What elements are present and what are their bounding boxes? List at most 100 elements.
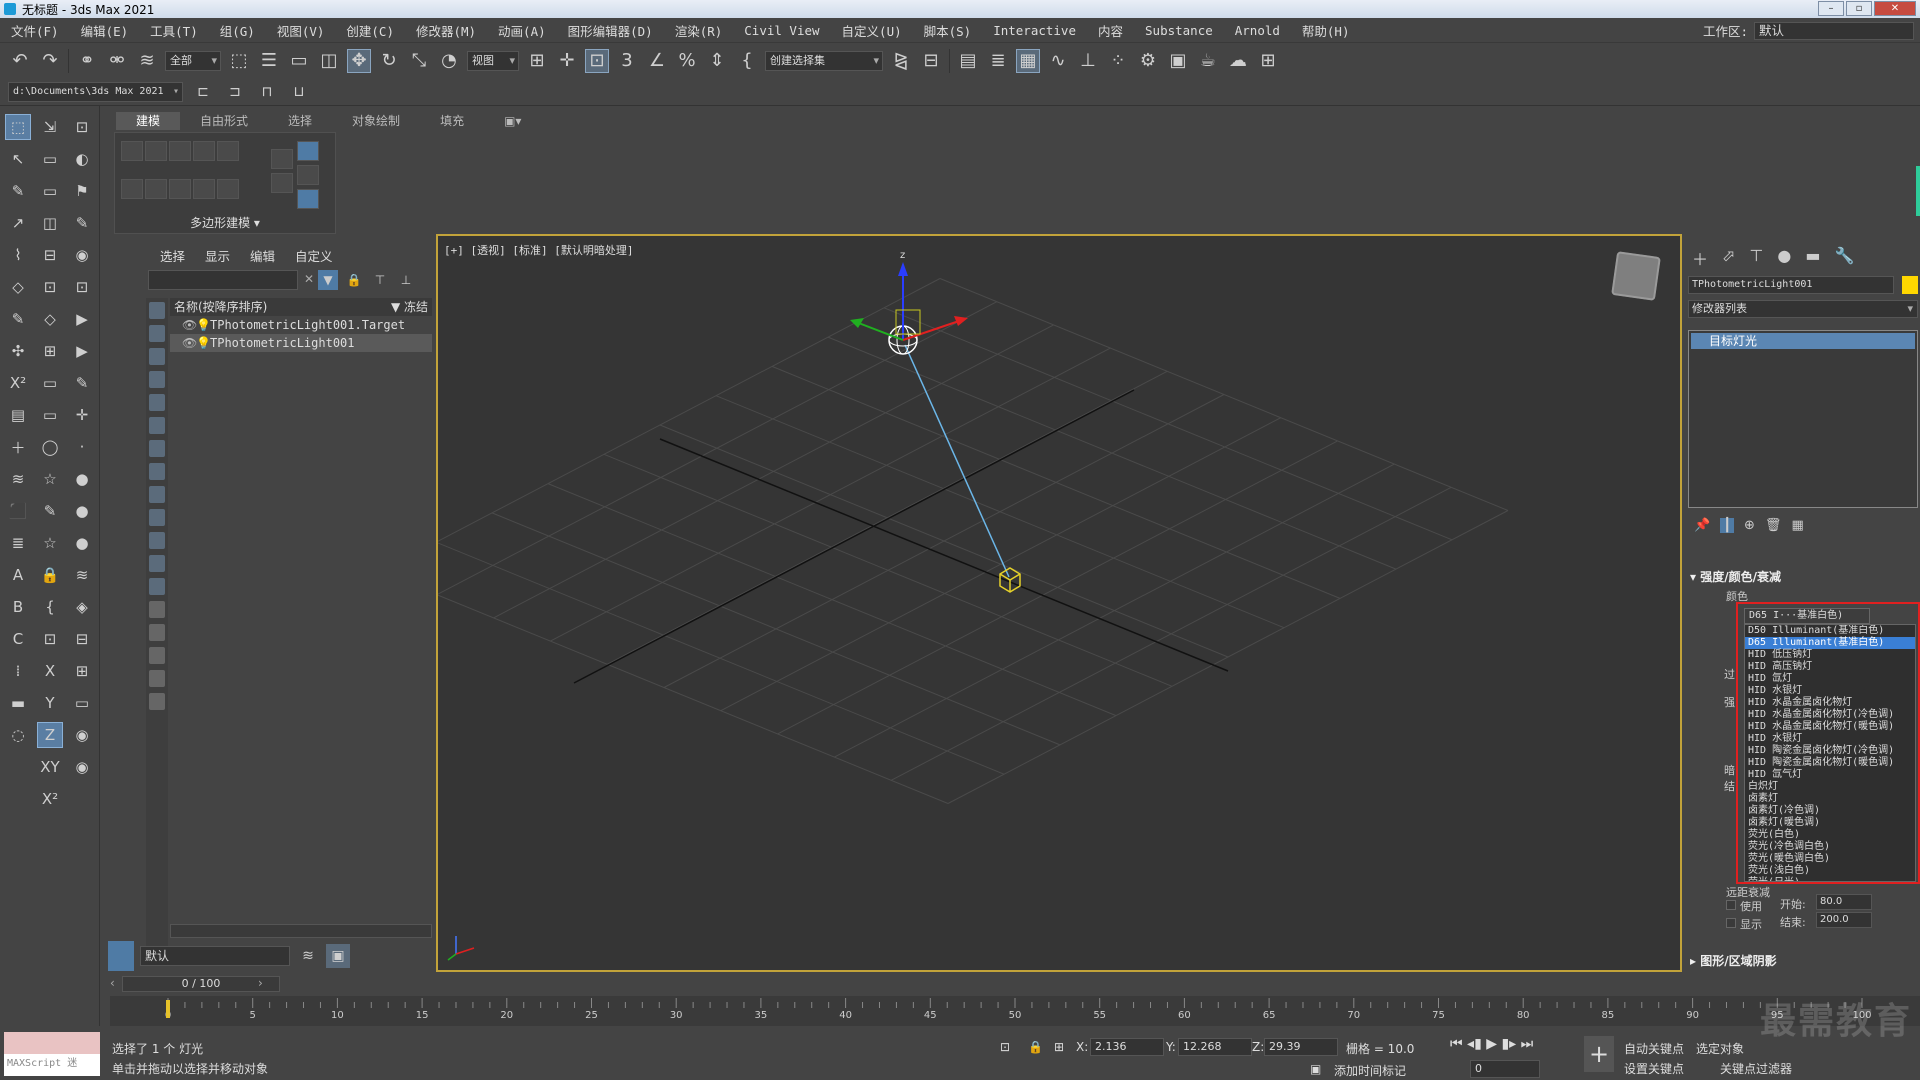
display-filter-button[interactable] — [149, 371, 165, 388]
ribbon-tool-button[interactable] — [217, 179, 239, 199]
time-cursor[interactable] — [166, 1000, 170, 1018]
redo-icon[interactable]: ↷ — [38, 49, 62, 73]
rollout-intensity-header[interactable]: ▾ 强度/颜色/衰减 — [1690, 568, 1781, 585]
ribbon-tool-button[interactable] — [121, 141, 143, 161]
left-strip-b-tool-icon[interactable]: ◫ — [37, 210, 63, 236]
playback-controls[interactable]: ⏮ ◂▮ ▶ ▮▸ ⏭ — [1450, 1036, 1533, 1052]
left-strip-c-tool-icon[interactable]: ✛ — [69, 402, 95, 428]
left-strip-b-tool-icon[interactable]: Y — [37, 690, 63, 716]
left-strip-a-tool-icon[interactable]: C — [5, 626, 31, 652]
gizmo-plane-handle[interactable] — [895, 309, 921, 335]
menu-item[interactable]: 文件(F) — [0, 21, 70, 40]
select-object-icon[interactable]: ⬚ — [227, 49, 251, 73]
freeze-column-header[interactable]: ▼ 冻结 — [391, 298, 428, 316]
display-filter-button[interactable] — [149, 624, 165, 641]
left-strip-c-tool-icon[interactable]: ✎ — [69, 370, 95, 396]
perspective-viewport[interactable]: [+] [透视] [标准] [默认明暗处理] z — [436, 234, 1682, 972]
display-filter-button[interactable] — [149, 578, 165, 595]
left-strip-a-tool-icon[interactable]: ≣ — [5, 530, 31, 556]
left-strip-c-tool-icon[interactable]: ◐ — [69, 146, 95, 172]
display-filter-button[interactable] — [149, 302, 165, 319]
selection-lock-icon[interactable]: 🔒 — [1028, 1040, 1043, 1054]
render-grid-icon[interactable]: ⊞ — [1256, 49, 1280, 73]
x-coordinate-field[interactable]: 2.136 — [1090, 1038, 1164, 1056]
layer-toggle-icon[interactable]: ⊥ — [396, 270, 416, 290]
menu-item[interactable]: 修改器(M) — [405, 21, 487, 40]
angle-snap-icon[interactable]: ∠ — [645, 49, 669, 73]
left-strip-b-tool-icon[interactable]: ▭ — [37, 146, 63, 172]
left-strip-c-tool-icon[interactable]: ● — [69, 466, 95, 492]
left-strip-b-tool-icon[interactable]: Z — [37, 722, 63, 748]
auto-key-button[interactable]: 自动关键点 — [1624, 1040, 1684, 1057]
set-key-big-button[interactable]: + — [1584, 1036, 1614, 1072]
scene-search-input[interactable] — [148, 270, 298, 290]
left-strip-c-tool-icon[interactable]: ⊡ — [69, 274, 95, 300]
menu-item[interactable]: Arnold — [1224, 23, 1291, 38]
menu-item[interactable]: 帮助(H) — [1291, 21, 1361, 40]
explorer-menu-item[interactable]: 选择 — [160, 246, 185, 265]
menu-item[interactable]: 编辑(E) — [70, 21, 140, 40]
scene-row-light[interactable]: 👁 💡 TPhotometricLight001 — [170, 334, 432, 352]
unlink-icon[interactable]: ⚮ — [105, 49, 129, 73]
selection-filter-select[interactable]: 全部 — [165, 50, 221, 71]
project-open-icon[interactable]: ⊏ — [191, 80, 215, 104]
ribbon-tool-button[interactable] — [271, 173, 293, 193]
left-strip-a-tool-icon[interactable]: ✣ — [5, 338, 31, 364]
ribbon-tool-button[interactable] — [193, 179, 215, 199]
add-time-tag[interactable]: 添加时间标记 — [1334, 1062, 1406, 1079]
undo-icon[interactable]: ↶ — [8, 49, 32, 73]
next-frame-icon[interactable]: › — [258, 976, 263, 990]
select-by-name-icon[interactable]: ☰ — [257, 49, 281, 73]
left-strip-c-tool-icon[interactable]: ⊞ — [69, 658, 95, 684]
far-atten-start-field[interactable]: 80.0 — [1816, 894, 1872, 910]
menu-item[interactable]: 创建(C) — [335, 21, 405, 40]
left-strip-c-tool-icon[interactable]: ● — [69, 498, 95, 524]
show-end-result-icon[interactable]: ┃ — [1720, 518, 1735, 533]
left-strip-b-tool-icon[interactable]: ☆ — [37, 466, 63, 492]
render-production-icon[interactable]: ☕ — [1196, 49, 1220, 73]
menu-item[interactable]: 动画(A) — [487, 21, 557, 40]
menu-item[interactable]: 视图(V) — [266, 21, 336, 40]
scene-explorer-icon[interactable]: ▤ — [956, 49, 980, 73]
left-strip-b-tool-icon[interactable]: ◇ — [37, 306, 63, 332]
left-strip-b-tool-icon[interactable]: { — [37, 594, 63, 620]
project-settings-icon[interactable]: ⊔ — [287, 80, 311, 104]
maxscript-listener[interactable]: MAXScript 迷 — [4, 1032, 100, 1076]
edit-named-sets-icon[interactable]: { — [735, 49, 759, 73]
render-setup-icon[interactable]: ⚙ — [1136, 49, 1160, 73]
left-strip-c-tool-icon[interactable]: ◈ — [69, 594, 95, 620]
motion-tab-icon[interactable]: ● — [1777, 246, 1791, 270]
frame-display[interactable]: 0 / 100 — [122, 976, 280, 992]
left-strip-a-tool-icon[interactable]: ⬛ — [5, 498, 31, 524]
spinner-snap-icon[interactable]: ⇕ — [705, 49, 729, 73]
material-editor-icon[interactable]: ⁘ — [1106, 49, 1130, 73]
display-filter-button[interactable] — [149, 325, 165, 342]
left-strip-b-tool-icon[interactable]: XY — [37, 754, 63, 780]
maximize-button[interactable]: ▫ — [1846, 1, 1872, 16]
prev-frame-icon[interactable]: ‹ — [110, 976, 115, 990]
pivot-center-icon[interactable]: ⊞ — [525, 49, 549, 73]
explorer-menu-item[interactable]: 自定义 — [295, 246, 333, 265]
ribbon-tab[interactable]: 填充 — [420, 112, 484, 130]
modifier-list-select[interactable]: 修改器列表 — [1688, 300, 1918, 318]
z-coordinate-field[interactable]: 29.39 — [1264, 1038, 1338, 1056]
percent-snap-icon[interactable]: % — [675, 49, 699, 73]
display-filter-button[interactable] — [149, 693, 165, 710]
select-rotate-icon[interactable]: ↻ — [377, 49, 401, 73]
left-strip-c-tool-icon[interactable]: ◉ — [69, 722, 95, 748]
menu-item[interactable]: Substance — [1134, 23, 1224, 38]
minimize-button[interactable]: – — [1818, 1, 1844, 16]
display-filter-button[interactable] — [149, 394, 165, 411]
hierarchy-tab-icon[interactable]: ⊤ — [1749, 246, 1763, 270]
left-strip-b-tool-icon[interactable]: 🔒 — [37, 562, 63, 588]
current-frame-field[interactable]: 0 — [1470, 1060, 1540, 1078]
make-unique-icon[interactable]: ⊕ — [1744, 518, 1755, 533]
left-strip-b-tool-icon[interactable]: X — [37, 658, 63, 684]
object-color-swatch[interactable] — [1902, 276, 1918, 294]
project-save-icon[interactable]: ⊓ — [255, 80, 279, 104]
visibility-eye-icon[interactable]: 👁 — [182, 334, 197, 352]
mirror-icon[interactable]: ⧎ — [889, 49, 913, 73]
align-icon[interactable]: ⊟ — [919, 49, 943, 73]
left-strip-c-tool-icon[interactable]: ⊟ — [69, 626, 95, 652]
clear-search-icon[interactable]: ✕ — [304, 272, 314, 286]
